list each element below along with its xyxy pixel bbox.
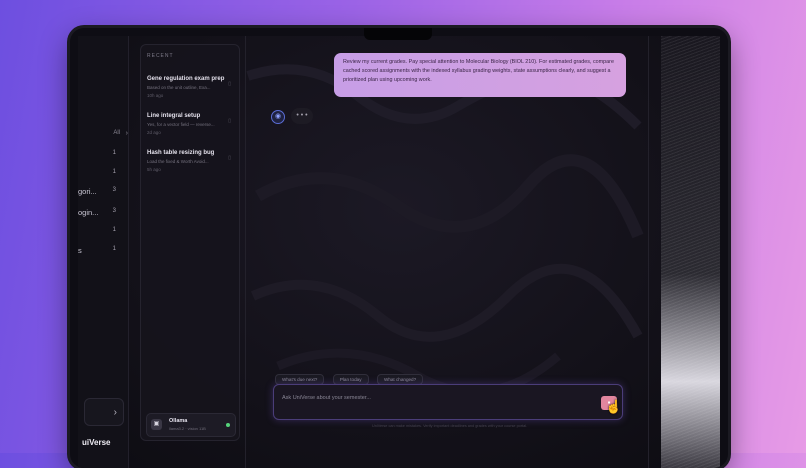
count-badge: 1 (112, 150, 116, 156)
conversation-preview: Yes, for a vector field — reverse... (147, 122, 215, 127)
app-brand: uiVerse (82, 438, 111, 447)
count-badge: 1 (112, 246, 116, 252)
history-panel: RECENT Gene regulation exam prep Based o… (140, 44, 240, 441)
user-message-bubble: Review my current grades. Pay special at… (334, 53, 626, 97)
delete-icon[interactable]: ▯ (228, 81, 231, 87)
chat-area: Review my current grades. Pay special at… (245, 36, 649, 468)
count-badge: 3 (112, 187, 116, 193)
category-label[interactable]: ogin... (78, 208, 98, 217)
model-name: Ollama (169, 418, 188, 424)
category-label[interactable]: gori... (78, 187, 97, 196)
model-icon: ▣ (151, 419, 162, 430)
app-screen: All › 1 1 gori... 3 ogin... 3 1 s 1 › ui… (78, 36, 720, 468)
laptop-frame: All › 1 1 gori... 3 ogin... 3 1 s 1 › ui… (70, 28, 728, 468)
typing-indicator: • • • (291, 108, 313, 124)
nav-rail: All › 1 1 gori... 3 ogin... 3 1 s 1 › ui… (78, 36, 129, 468)
conversation-preview: Load the fixed & Worth Avoid... (147, 159, 209, 164)
chevron-right-icon: › (125, 130, 128, 137)
conversation-age: 2d ago (147, 130, 161, 135)
conversation-preview: Based on the unit outline, Exa... (147, 85, 211, 90)
count-badge: 1 (112, 169, 116, 175)
conversation-age: 5h ago (147, 167, 161, 172)
all-filter-link[interactable]: All (113, 130, 120, 136)
count-badge: 1 (112, 227, 116, 233)
disclaimer-text: UniVerse can make mistakes. Verify impor… (372, 424, 528, 428)
conversation-title: Line integral setup (147, 113, 201, 119)
delete-icon[interactable]: ▯ (228, 155, 231, 161)
decorative-wave-art (661, 36, 720, 468)
hand-cursor-icon: ☝ (605, 399, 622, 414)
category-label[interactable]: s (78, 246, 82, 255)
online-indicator (226, 423, 230, 427)
chat-input[interactable]: Ask UniVerse about your semester... ▪ ☝ (273, 384, 623, 420)
count-badge: 3 (112, 208, 116, 214)
recent-heading: RECENT (147, 53, 174, 59)
conversation-age: 10h ago (147, 93, 164, 98)
model-selector[interactable]: ▣ Ollama llama3.2 · vision 11B (146, 413, 236, 437)
conversation-item[interactable]: Gene regulation exam prep Based on the u… (147, 76, 233, 98)
conversation-title: Hash table resizing bug (147, 150, 215, 156)
assistant-avatar-icon: ◉ (271, 110, 285, 124)
chevron-right-icon: › (113, 406, 117, 418)
conversation-item[interactable]: Line integral setup Yes, for a vector fi… (147, 113, 233, 135)
conversation-title: Gene regulation exam prep (147, 76, 225, 82)
conversation-item[interactable]: Hash table resizing bug Load the fixed &… (147, 150, 233, 172)
camera-notch (364, 28, 432, 40)
chat-input-placeholder: Ask UniVerse about your semester... (282, 395, 371, 401)
model-status: llama3.2 · vision 11B (169, 426, 206, 431)
expand-sidebar-button[interactable]: › (84, 398, 124, 426)
delete-icon[interactable]: ▯ (228, 118, 231, 124)
